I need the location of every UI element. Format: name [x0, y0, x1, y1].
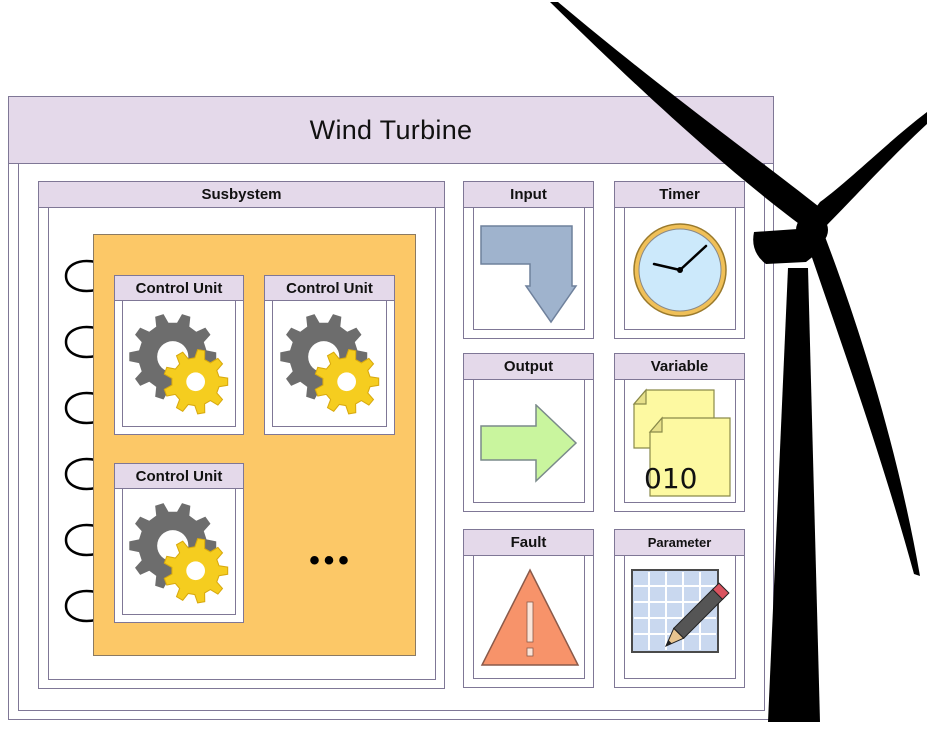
control-unit-2-label: Control Unit	[286, 279, 373, 297]
gears-icon	[129, 503, 229, 604]
gears-icon	[280, 314, 380, 415]
control-unit-3-header: Control Unit	[114, 463, 244, 489]
wind-turbine-icon	[550, 2, 927, 722]
control-unit-3-label: Control Unit	[135, 467, 223, 485]
subsystem-title: Susbystem	[201, 186, 282, 203]
diagram-title: Wind Turbine	[309, 114, 473, 145]
control-unit-1-header: Control Unit	[114, 275, 244, 301]
control-unit-2-header: Control Unit	[264, 275, 395, 301]
more-units-indicator: •••	[309, 544, 353, 577]
control-unit-1-label: Control Unit	[135, 279, 223, 297]
subsystem-header: Susbystem	[38, 181, 445, 208]
gears-icon	[129, 314, 229, 415]
